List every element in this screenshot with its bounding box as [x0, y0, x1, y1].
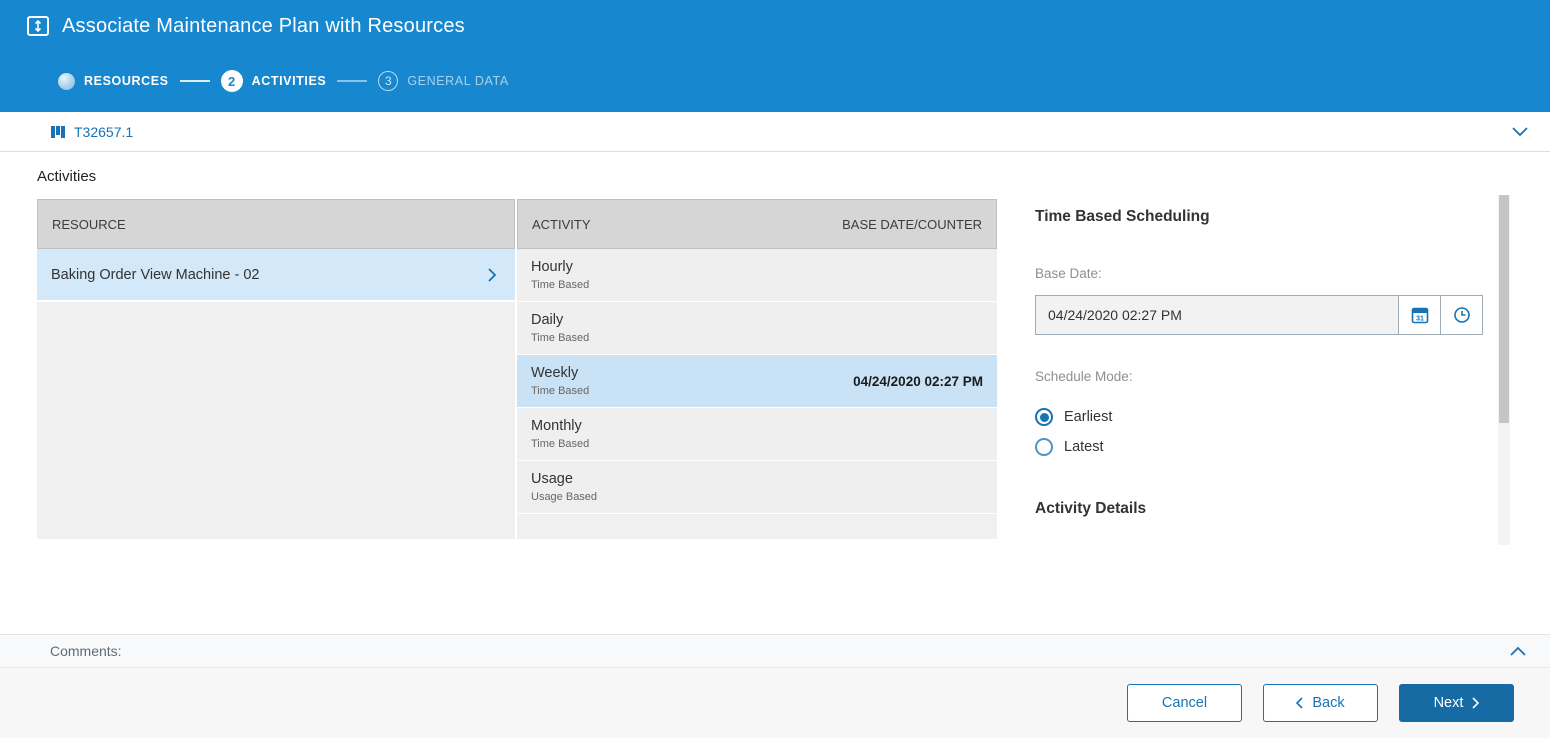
resource-column: RESOURCE Baking Order View Machine - 02	[37, 199, 515, 539]
footer-toolbar: Cancel Back Next	[0, 668, 1550, 738]
panel-scrollbar[interactable]	[1498, 195, 1510, 545]
cancel-label: Cancel	[1162, 695, 1207, 711]
activities-tables: RESOURCE Baking Order View Machine - 02	[37, 199, 997, 539]
chevron-up-icon[interactable]	[1510, 647, 1526, 656]
activity-type: Time Based	[531, 438, 589, 450]
back-label: Back	[1312, 695, 1344, 711]
calendar-icon: 31	[1410, 305, 1430, 325]
activity-name: Hourly	[531, 259, 589, 275]
calendar-button[interactable]: 31	[1398, 296, 1440, 334]
clock-button[interactable]	[1440, 296, 1482, 334]
comments-label: Comments:	[50, 643, 122, 659]
step-connector	[337, 80, 367, 82]
step-number-badge: 2	[221, 70, 243, 92]
activity-column-header: ACTIVITY BASE DATE/COUNTER	[517, 199, 997, 249]
activity-name: Daily	[531, 312, 589, 328]
schedule-mode-label: Schedule Mode:	[1035, 369, 1485, 384]
scrollbar-thumb[interactable]	[1499, 195, 1509, 423]
scheduling-panel: Time Based Scheduling Base Date: 31	[1035, 192, 1485, 592]
header: Associate Maintenance Plan with Resource…	[0, 0, 1550, 112]
svg-text:31: 31	[1416, 316, 1424, 323]
radio-latest[interactable]: Latest	[1035, 438, 1485, 456]
resources-step-icon	[58, 73, 75, 90]
resource-list: Baking Order View Machine - 02	[37, 249, 515, 539]
radio-label: Earliest	[1064, 409, 1112, 425]
activity-column: ACTIVITY BASE DATE/COUNTER Hourly Time B…	[517, 199, 997, 539]
activity-type: Time Based	[531, 279, 589, 291]
base-date-label: Base Date:	[1035, 266, 1485, 281]
activity-type: Time Based	[531, 332, 589, 344]
breadcrumb[interactable]: T32657.1	[50, 124, 133, 140]
chevron-right-icon	[488, 268, 497, 282]
clock-icon	[1452, 305, 1472, 325]
activity-header-label: ACTIVITY	[532, 217, 591, 232]
activities-section-label: Activities	[37, 168, 96, 185]
breadcrumb-bar: T32657.1	[0, 112, 1550, 152]
step-label: GENERAL DATA	[407, 74, 508, 88]
radio-earliest[interactable]: Earliest	[1035, 408, 1485, 426]
chevron-left-icon	[1296, 697, 1303, 709]
activity-row-monthly[interactable]: Monthly Time Based	[517, 408, 997, 461]
activity-row-hourly[interactable]: Hourly Time Based	[517, 249, 997, 302]
breadcrumb-label: T32657.1	[74, 124, 133, 140]
next-button[interactable]: Next	[1399, 684, 1514, 722]
activity-type: Time Based	[531, 385, 589, 397]
page-title: Associate Maintenance Plan with Resource…	[62, 15, 465, 38]
activity-row-usage[interactable]: Usage Usage Based	[517, 461, 997, 514]
radio-label: Latest	[1064, 439, 1104, 455]
resource-name: Baking Order View Machine - 02	[51, 267, 259, 283]
activity-type: Usage Based	[531, 491, 597, 503]
activity-row-daily[interactable]: Daily Time Based	[517, 302, 997, 355]
main-content: Activities RESOURCE Baking Order View Ma…	[0, 152, 1550, 634]
activity-name: Weekly	[531, 365, 589, 381]
base-date-header-label: BASE DATE/COUNTER	[842, 217, 982, 232]
title-row: Associate Maintenance Plan with Resource…	[26, 0, 1550, 38]
maintenance-plan-icon	[26, 14, 50, 38]
cancel-button[interactable]: Cancel	[1127, 684, 1242, 722]
activity-name: Monthly	[531, 418, 589, 434]
activity-row-weekly[interactable]: Weekly Time Based 04/24/2020 02:27 PM	[517, 355, 997, 408]
radio-unselected-icon	[1035, 438, 1053, 456]
activity-list: Hourly Time Based Daily Time Based	[517, 249, 997, 539]
comments-bar: Comments:	[0, 634, 1550, 668]
panel-title: Time Based Scheduling	[1035, 208, 1485, 226]
step-connector	[180, 80, 210, 82]
step-general-data[interactable]: 3 GENERAL DATA	[378, 71, 508, 91]
step-label: RESOURCES	[84, 74, 169, 88]
step-number-badge: 3	[378, 71, 398, 91]
base-date-group: 31	[1035, 295, 1483, 335]
activity-details-title: Activity Details	[1035, 500, 1485, 518]
step-resources[interactable]: RESOURCES	[58, 73, 169, 90]
step-label: ACTIVITIES	[252, 74, 327, 88]
resource-column-header: RESOURCE	[37, 199, 515, 249]
activity-base-date: 04/24/2020 02:27 PM	[853, 374, 983, 389]
base-date-input[interactable]	[1036, 296, 1398, 334]
resource-row[interactable]: Baking Order View Machine - 02	[37, 249, 515, 302]
step-activities[interactable]: 2 ACTIVITIES	[221, 70, 327, 92]
radio-selected-icon	[1035, 408, 1053, 426]
resource-grid-icon	[50, 124, 66, 140]
wizard-stepper: RESOURCES 2 ACTIVITIES 3 GENERAL DATA	[58, 70, 1550, 92]
next-label: Next	[1434, 695, 1464, 711]
back-button[interactable]: Back	[1263, 684, 1378, 722]
app-window: Associate Maintenance Plan with Resource…	[0, 0, 1550, 738]
activity-name: Usage	[531, 471, 597, 487]
chevron-right-icon	[1472, 697, 1479, 709]
chevron-down-icon[interactable]	[1512, 127, 1528, 136]
